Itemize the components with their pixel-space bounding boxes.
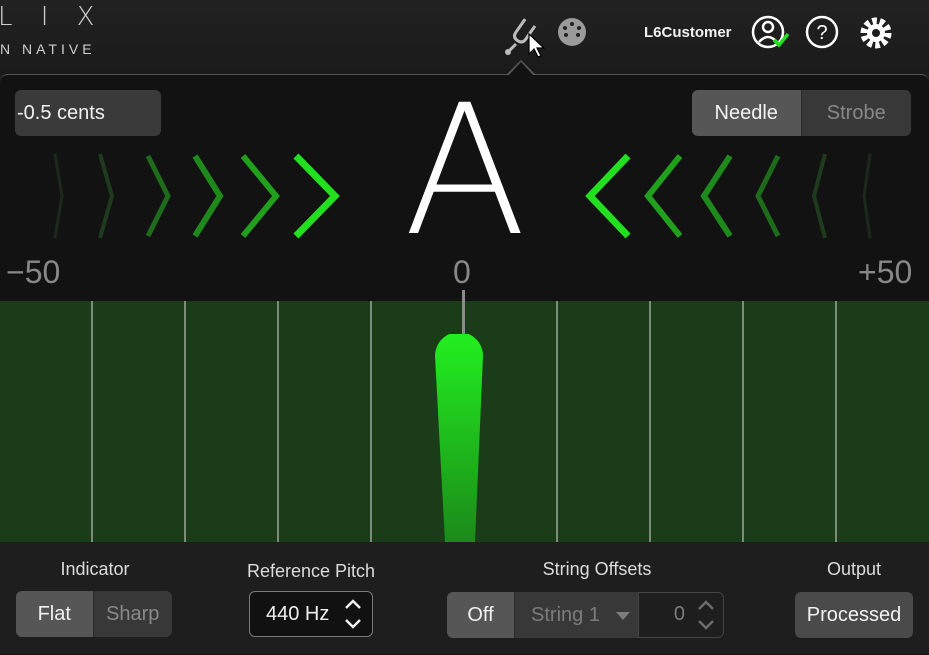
- sharp-chevrons: [585, 153, 872, 239]
- user-name[interactable]: L6Customer: [644, 24, 732, 41]
- string-select-value: String 1: [531, 603, 600, 626]
- flat-chevrons: [53, 153, 340, 239]
- chevron-down-icon: [616, 612, 630, 620]
- midi-icon[interactable]: [556, 16, 588, 48]
- note-name: A: [403, 67, 527, 276]
- scale-max-label: +50: [858, 254, 913, 290]
- scale-center-label: 0: [453, 254, 471, 290]
- cursor-arrow-icon: [528, 32, 546, 58]
- meter-gridline: [91, 301, 93, 542]
- pitch-stepper-icon[interactable]: [344, 597, 362, 631]
- needle-meter: [0, 301, 929, 542]
- string-offsets-off-button[interactable]: Off: [447, 592, 514, 638]
- meter-gridline: [370, 301, 372, 542]
- top-bar: L I X N NATIVE L6Customer ?: [0, 0, 929, 74]
- mode-toggle: Needle Strobe: [692, 90, 911, 136]
- indicator-label: Indicator: [60, 559, 130, 579]
- meter-gridline: [556, 301, 558, 542]
- reference-pitch-value: 440 Hz: [266, 603, 330, 625]
- offset-stepper-icon[interactable]: [697, 598, 715, 632]
- cents-display: -0.5 cents: [15, 90, 161, 136]
- settings-gear-icon[interactable]: [858, 15, 894, 51]
- reference-pitch-label: Reference Pitch: [246, 561, 376, 581]
- sharp-button[interactable]: Sharp: [92, 591, 172, 637]
- string-offset-value: 0: [673, 603, 685, 625]
- meter-gridline: [184, 301, 186, 542]
- help-icon[interactable]: ?: [805, 15, 839, 49]
- logo: L I X: [0, 2, 105, 32]
- strobe-button[interactable]: Strobe: [800, 90, 911, 136]
- output-select[interactable]: Processed: [795, 592, 913, 638]
- meter-gridline: [277, 301, 279, 542]
- meter-gridline: [742, 301, 744, 542]
- scale-min-label: −50: [6, 254, 61, 290]
- flat-button[interactable]: Flat: [16, 591, 93, 637]
- string-offsets-group: Off String 1 0: [447, 592, 727, 638]
- meter-gridline: [649, 301, 651, 542]
- string-offset-field[interactable]: 0: [638, 592, 724, 638]
- indicator-toggle: Flat Sharp: [16, 591, 172, 637]
- string-select[interactable]: String 1: [514, 592, 638, 638]
- output-label: Output: [826, 559, 882, 579]
- needle-button[interactable]: Needle: [692, 90, 801, 136]
- logo-subtitle: N NATIVE: [0, 41, 96, 57]
- reference-pitch-field[interactable]: 440 Hz: [249, 591, 373, 637]
- meter-gridline: [835, 301, 837, 542]
- account-icon[interactable]: [750, 14, 790, 52]
- string-offsets-label: String Offsets: [542, 559, 652, 579]
- svg-text:?: ?: [816, 22, 827, 44]
- tuner-needle: [435, 334, 483, 542]
